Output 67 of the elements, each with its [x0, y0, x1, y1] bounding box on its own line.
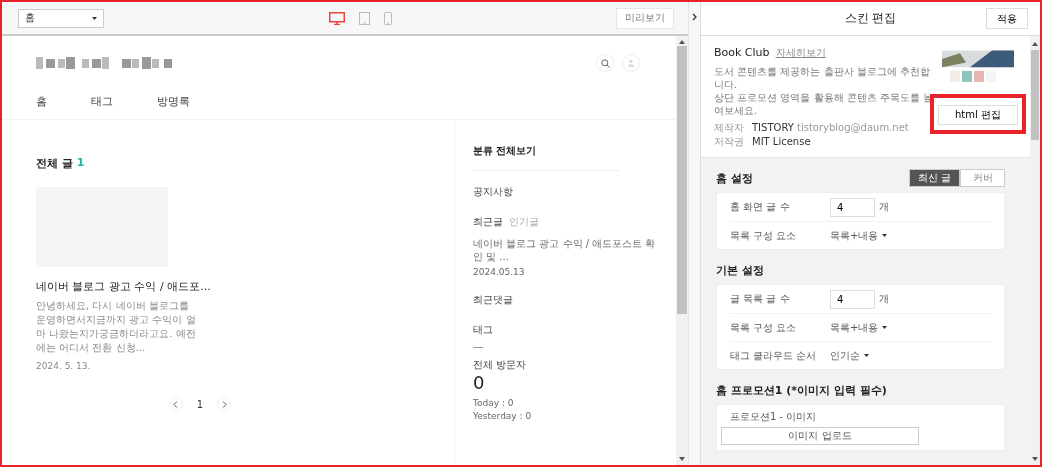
panel-title: 스킨 편집 — [844, 10, 897, 27]
scrollbar-thumb[interactable] — [677, 46, 687, 314]
sidebar-tab[interactable]: 최근글 — [473, 215, 503, 229]
monitor-icon[interactable] — [328, 11, 345, 25]
number-field[interactable]: 4 — [830, 289, 875, 309]
section-title: 홈 설정 — [716, 170, 753, 186]
scroll-down-icon[interactable] — [1032, 457, 1038, 461]
post-excerpt: 안녕하세요, 다시 네이버 블로그를 운영하면서지금까지 광고 수익이 얼마 나왔는지가궁금하더라고요. 예전에는 어디서 전환 신청... — [36, 299, 196, 355]
widget-title: 태그 — [473, 323, 494, 337]
person-icon — [627, 59, 635, 67]
section-title: 기본 설정 — [716, 262, 764, 278]
visitor-total: 0 — [473, 372, 486, 394]
setting-label: 목록 구성 요소 — [730, 228, 798, 243]
skin-name: Book Club — [714, 46, 770, 59]
visitor-today: Today : 0 — [473, 398, 515, 408]
section-heading: 전체 글 — [36, 156, 73, 171]
post-date: 2024. 5. 13. — [36, 361, 92, 371]
setting-label: 프로모션1 - 이미지 — [730, 410, 818, 424]
nav-link[interactable]: 홈 — [36, 94, 47, 109]
category-link[interactable]: 분류 전체보기 — [473, 144, 676, 158]
dropdown[interactable]: 목록+내용 — [830, 320, 888, 335]
unit-label: 개 — [879, 292, 889, 306]
caret-icon — [864, 354, 869, 357]
dropdown[interactable]: 인기순 — [830, 348, 869, 363]
widget-title: 전체 방문자 — [473, 358, 528, 372]
chevron-right-icon[interactable] — [692, 13, 697, 21]
meta-label: 저작권 — [714, 135, 744, 149]
nav-link[interactable]: 방명록 — [157, 94, 190, 109]
post-count: 1 — [76, 156, 85, 171]
section-title: 홈 프로모션1 (*이미지 입력 필수) — [716, 382, 887, 398]
meta-label: 제작자 — [714, 121, 744, 135]
widget-title: 최근댓글 — [473, 293, 514, 307]
meta-value: TISTORY tistoryblog@daum.net — [752, 121, 909, 135]
scroll-up-icon[interactable] — [679, 40, 685, 44]
details-link[interactable]: 자세히보기 — [775, 46, 826, 60]
apply-button[interactable]: 적용 — [986, 8, 1028, 29]
toggle-button[interactable]: 최신 글 — [908, 169, 960, 187]
notice-link[interactable]: 공지사항 — [473, 185, 676, 199]
number-field[interactable]: 4 — [830, 197, 875, 217]
page-number[interactable]: 1 — [196, 398, 204, 410]
upload-button[interactable]: 이미지 업로드 — [721, 427, 919, 445]
chevron-right-icon — [221, 400, 227, 408]
post-title[interactable]: 네이버 블로그 광고 수익 / 애드포... — [36, 279, 454, 294]
scrollbar-thumb[interactable] — [1031, 50, 1039, 140]
visitor-yesterday: Yesterday : 0 — [473, 411, 533, 421]
scroll-up-icon[interactable] — [1032, 42, 1038, 46]
html-edit-button[interactable]: html 편집 — [938, 105, 1018, 125]
meta-value: MIT License — [752, 135, 811, 149]
caret-icon — [882, 326, 888, 329]
recent-post-link[interactable]: 네이버 블로그 광고 수익 / 애드포스트 확인 및 ... — [473, 237, 658, 263]
skin-description: 도서 콘텐츠를 제공하는 출판사 블로그에 추천합니다. — [714, 65, 931, 91]
unit-label: 개 — [879, 200, 889, 214]
toggle-button[interactable]: 커버 — [960, 169, 1005, 187]
nav-link[interactable]: 태그 — [91, 94, 113, 109]
setting-label: 홈 화면 글 수 — [730, 200, 791, 214]
preview-button[interactable]: 미리보기 — [616, 7, 674, 29]
search-icon — [600, 58, 610, 68]
chevron-left-icon — [173, 400, 179, 408]
recent-post-date: 2024.05.13 — [473, 267, 526, 277]
setting-label: 목록 구성 요소 — [730, 320, 798, 335]
setting-label: 태그 클라우드 순서 — [730, 348, 818, 363]
dropdown[interactable]: 목록+내용 — [830, 228, 888, 243]
caret-icon — [882, 234, 888, 237]
scroll-down-icon[interactable] — [679, 457, 685, 461]
setting-label: 글 목록 글 수 — [730, 292, 791, 306]
page-dropdown[interactable]: 홈 — [18, 8, 104, 28]
caret-icon — [92, 16, 97, 20]
